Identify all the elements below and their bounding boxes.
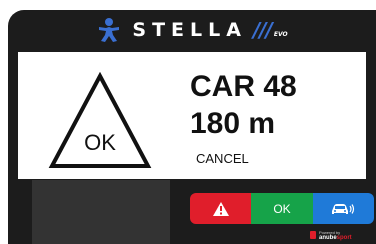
- stella-device: STELLA /// EVO OK CAR 48 180 m CANCEL OK: [8, 10, 376, 244]
- brand-name: STELLA: [132, 19, 247, 41]
- action-button-row: OK: [190, 193, 374, 224]
- cancel-label[interactable]: CANCEL: [196, 151, 249, 166]
- ok-button-label: OK: [273, 201, 291, 216]
- brand-logo: STELLA /// EVO: [132, 18, 287, 42]
- dark-panel: [32, 180, 170, 244]
- car-signal-icon: [332, 203, 355, 214]
- ok-button[interactable]: OK: [251, 193, 313, 224]
- brand-bars: ///: [252, 18, 273, 42]
- alert-screen: OK CAR 48 180 m CANCEL: [18, 52, 366, 179]
- vendor-accent: sport: [336, 234, 352, 241]
- vehicle-label: CAR 48: [190, 70, 297, 103]
- distance-value: 180 m: [190, 107, 276, 140]
- triangle-status-label: OK: [84, 130, 116, 155]
- warning-triangle-outline-icon: [48, 71, 152, 168]
- powered-by-logo: Powered by anubesport: [310, 228, 370, 242]
- device-header: STELLA /// EVO: [8, 10, 376, 50]
- status-triangle: OK: [48, 71, 152, 172]
- brand-suffix: EVO: [273, 31, 288, 38]
- person-icon: [99, 18, 120, 42]
- warning-triangle-icon: [212, 201, 229, 216]
- vendor-logo-icon: [310, 231, 316, 239]
- vehicle-signal-button[interactable]: [312, 193, 374, 224]
- vendor-name: anube: [319, 234, 337, 241]
- alarm-button[interactable]: [190, 193, 252, 224]
